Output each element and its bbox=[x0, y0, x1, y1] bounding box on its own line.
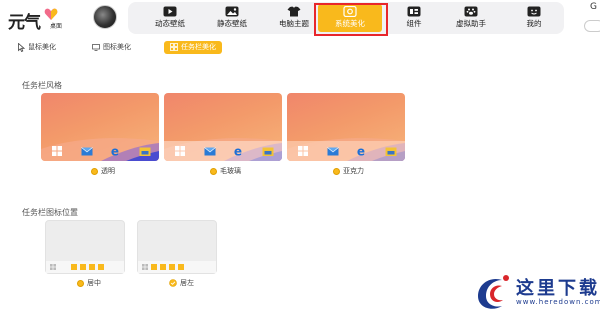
theme-card-frosted-glass[interactable]: e bbox=[164, 93, 282, 161]
radio-dot bbox=[210, 167, 217, 175]
svg-text:e: e bbox=[234, 145, 242, 157]
taskbar-preview: e bbox=[287, 141, 405, 161]
folder-icon bbox=[385, 147, 397, 156]
taskbar-preview bbox=[138, 261, 216, 273]
taskbar-app-icon bbox=[151, 264, 157, 270]
nav-item-virtual-assistant[interactable]: 虚拟助手 bbox=[443, 4, 499, 32]
option-label: 透明 bbox=[101, 167, 115, 175]
site-watermark: 这里下载 www.heredown.com bbox=[472, 270, 600, 314]
mail-icon bbox=[204, 147, 216, 156]
radio-dot bbox=[91, 167, 98, 175]
nav-label: 静态壁纸 bbox=[217, 19, 247, 28]
widget-icon bbox=[407, 6, 421, 17]
taskbar-icon bbox=[170, 43, 178, 51]
taskbar-app-icon bbox=[80, 264, 86, 270]
position-card-center[interactable] bbox=[45, 220, 125, 274]
edge-browser-icon: e bbox=[357, 145, 365, 157]
windows-start-icon bbox=[175, 146, 185, 156]
mail-icon bbox=[327, 147, 339, 156]
option-label: 毛玻璃 bbox=[220, 167, 241, 175]
taskbar-preview: e bbox=[164, 141, 282, 161]
logo-subtitle: 桌面 bbox=[50, 23, 63, 30]
check-circle-icon bbox=[169, 279, 177, 287]
watermark-logo-icon bbox=[478, 275, 509, 309]
taskbar-app-icon bbox=[169, 264, 175, 270]
cursor-icon bbox=[18, 42, 25, 52]
windows-start-icon bbox=[298, 146, 308, 156]
subtab-label: 鼠标美化 bbox=[28, 43, 56, 51]
option-label: 亚克力 bbox=[343, 167, 364, 175]
nav-label: 我的 bbox=[526, 19, 542, 28]
edge-browser-icon: e bbox=[111, 145, 119, 157]
radio-dot bbox=[333, 167, 340, 175]
option-label: 居左 bbox=[180, 279, 194, 287]
folder-icon bbox=[139, 147, 151, 156]
windows-start-icon bbox=[142, 264, 148, 270]
section-title-icon-position: 任务栏图标位置 bbox=[22, 208, 78, 217]
option-label: 居中 bbox=[87, 279, 101, 287]
option-center[interactable]: 居中 bbox=[77, 278, 101, 288]
radio-dot bbox=[77, 279, 84, 287]
nav-item-mine[interactable]: 我的 bbox=[506, 4, 562, 32]
subtab-label: 图标美化 bbox=[103, 43, 131, 51]
app-logo[interactable]: 元气 桌面 bbox=[8, 8, 70, 33]
user-icon bbox=[527, 6, 541, 17]
user-avatar[interactable] bbox=[93, 5, 117, 29]
taskbar-app-icon bbox=[71, 264, 77, 270]
subtab-mouse-beautify[interactable]: 鼠标美化 bbox=[12, 41, 62, 54]
logo-text: 元气 bbox=[8, 13, 41, 33]
nav-label: 虚拟助手 bbox=[456, 19, 486, 28]
edge-browser-icon: e bbox=[234, 145, 242, 157]
heart-logo-icon bbox=[44, 8, 58, 20]
nav-label: 动态壁纸 bbox=[155, 19, 185, 28]
taskbar-app-icon bbox=[89, 264, 95, 270]
subtab-taskbar-beautify[interactable]: 任务栏美化 bbox=[164, 41, 222, 54]
taskbar-preview: e bbox=[41, 141, 159, 161]
svg-text:e: e bbox=[357, 145, 365, 157]
highlight-box bbox=[314, 3, 388, 36]
windows-start-icon bbox=[52, 146, 62, 156]
nav-item-widgets[interactable]: 组件 bbox=[386, 4, 442, 32]
svg-text:e: e bbox=[111, 145, 119, 157]
position-card-left[interactable] bbox=[137, 220, 217, 274]
option-transparent[interactable]: 透明 bbox=[91, 166, 115, 176]
window-toggle[interactable] bbox=[584, 20, 600, 32]
subtab-label: 任务栏美化 bbox=[181, 43, 216, 51]
taskbar-app-icon bbox=[98, 264, 104, 270]
subtab-icon-beautify[interactable]: 图标美化 bbox=[86, 41, 137, 54]
taskbar-preview bbox=[46, 261, 124, 273]
taskbar-app-icon bbox=[160, 264, 166, 270]
option-acrylic[interactable]: 亚克力 bbox=[333, 166, 364, 176]
window-control-glyph[interactable]: G bbox=[590, 2, 597, 12]
windows-start-icon bbox=[50, 264, 56, 270]
play-icon bbox=[163, 6, 177, 17]
mail-icon bbox=[81, 147, 93, 156]
option-frosted-glass[interactable]: 毛玻璃 bbox=[210, 166, 241, 176]
monitor-icon bbox=[92, 43, 100, 51]
watermark-text: 这里下载 bbox=[516, 278, 600, 299]
image-icon bbox=[225, 6, 239, 17]
sub-tabs: 鼠标美化 图标美化 任务栏美化 bbox=[0, 41, 600, 55]
paw-icon bbox=[464, 6, 478, 17]
nav-item-static-wallpaper[interactable]: 静态壁纸 bbox=[204, 4, 260, 32]
section-title-taskbar-style: 任务栏风格 bbox=[22, 81, 62, 90]
top-header: 元气 桌面 动态壁纸 静态壁纸 电脑主题 系统美化 组件 虚拟助手 我的 G bbox=[0, 0, 600, 38]
theme-card-acrylic[interactable]: e bbox=[287, 93, 405, 161]
folder-icon bbox=[262, 147, 274, 156]
shirt-icon bbox=[287, 6, 301, 17]
nav-label: 组件 bbox=[406, 19, 422, 28]
nav-item-dynamic-wallpaper[interactable]: 动态壁纸 bbox=[142, 4, 198, 32]
watermark-url: www.heredown.com bbox=[516, 298, 600, 306]
taskbar-app-icon bbox=[178, 264, 184, 270]
option-left[interactable]: 居左 bbox=[169, 278, 194, 288]
theme-card-transparent[interactable]: e bbox=[41, 93, 159, 161]
